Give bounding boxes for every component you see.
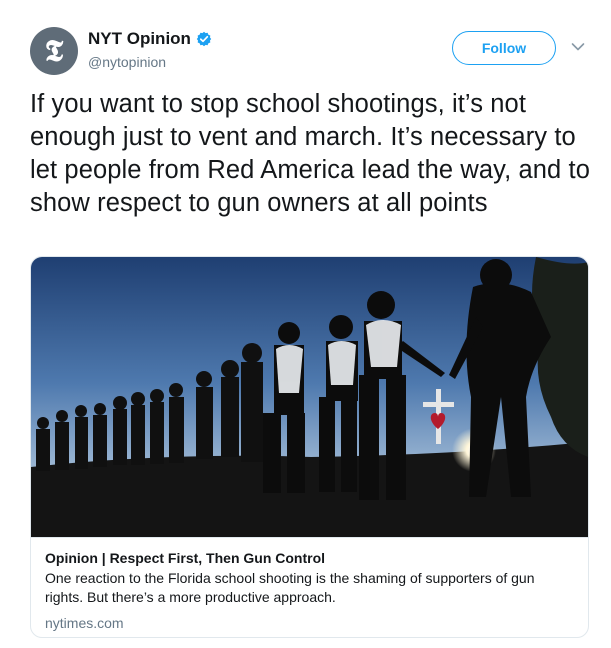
author-name-row: NYT Opinion (88, 29, 212, 49)
avatar[interactable]: 𝕿 (30, 27, 78, 75)
card-domain: nytimes.com (45, 615, 124, 631)
students-holding-hands-photo (31, 257, 588, 537)
author-handle[interactable]: @nytopinion (88, 54, 166, 70)
card-image[interactable] (31, 257, 588, 537)
svg-text:𝕿: 𝕿 (45, 34, 64, 69)
chevron-down-icon[interactable] (571, 42, 585, 52)
author-display-name[interactable]: NYT Opinion (88, 29, 191, 49)
follow-button[interactable]: Follow (452, 31, 556, 65)
tweet: 𝕿 NYT Opinion @nytopinion Follow If you … (0, 0, 611, 648)
verified-badge-icon (196, 31, 212, 47)
tweet-text: If you want to stop school shootings, it… (30, 90, 590, 217)
card-body: Opinion | Respect First, Then Gun Contro… (31, 537, 588, 633)
card-description: One reaction to the Florida school shoot… (45, 570, 535, 605)
card-title[interactable]: Opinion | Respect First, Then Gun Contro… (45, 549, 574, 568)
nyt-t-logo-icon: 𝕿 (45, 34, 64, 69)
link-preview-card[interactable]: Opinion | Respect First, Then Gun Contro… (30, 256, 589, 638)
